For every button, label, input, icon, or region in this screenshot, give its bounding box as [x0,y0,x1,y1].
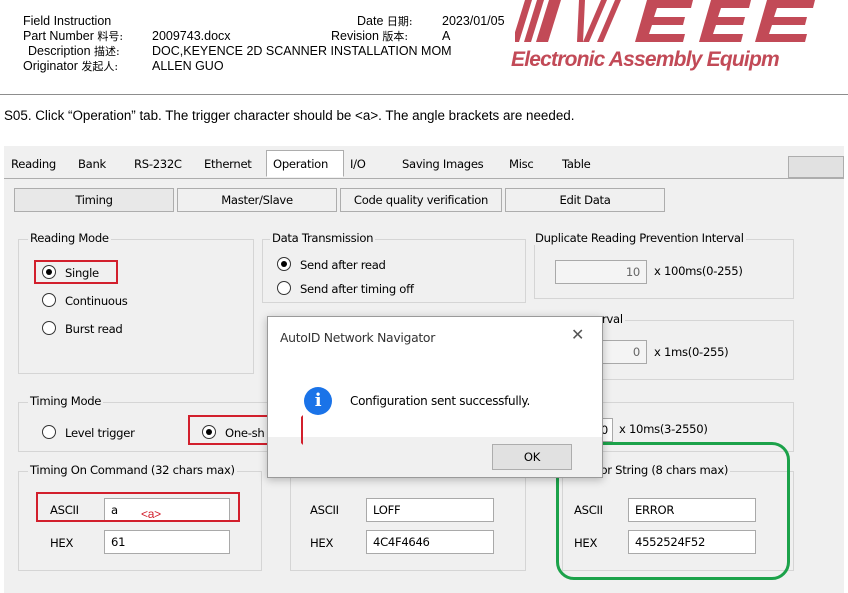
field-instruction-label: Field Instruction [23,14,112,28]
radio-continuous[interactable]: Continuous [42,293,128,308]
part-number-cjk: 料号: [97,30,124,43]
itw-eae-logo [515,0,848,48]
timing-on-hex-input[interactable]: 61 [104,530,230,554]
timeout-unit: x 10ms(3-2550) [619,422,708,436]
radio-level-trigger[interactable]: Level trigger [42,425,135,440]
highlight-one-shot-overlay [188,415,303,445]
tab-io[interactable]: I/O [350,157,366,171]
tab-reading[interactable]: Reading [11,157,56,171]
radio-send-after-timing-off-label: Send after timing off [300,282,414,296]
timing-off-ascii-label: ASCII [310,503,339,517]
description-cjk: 描述: [94,45,120,58]
read-interval-unit: x 1ms(0-255) [654,345,729,359]
window-scroll-button[interactable] [788,156,844,178]
date-cjk: 日期: [386,15,413,28]
dialog-footer: OK [268,437,602,477]
radio-send-after-read-label: Send after read [300,258,386,272]
tab-bank[interactable]: Bank [78,157,106,171]
success-dialog: AutoID Network Navigator ✕ i Configurati… [267,316,603,478]
tab-operation[interactable]: Operation [266,150,344,177]
date-value: 2023/01/05 [442,14,505,28]
radio-empty-icon [42,425,56,439]
tab-misc[interactable]: Misc [509,157,534,171]
tab-saving-images[interactable]: Saving Images [402,157,484,171]
radio-level-trigger-label: Level trigger [65,426,135,440]
radio-continuous-label: Continuous [65,294,128,308]
highlight-ascii [36,492,240,522]
timing-off-ascii-input[interactable]: LOFF [366,498,494,522]
logo-text: Electronic Assembly Equipm [511,48,780,71]
radio-burst-read-label: Burst read [65,322,123,336]
revision-row: Revision 版本: [331,29,408,44]
date-row: Date 日期: [357,14,413,29]
main-tab-strip: Reading Bank RS-232C Ethernet Operation … [4,146,844,179]
radio-selected-icon [277,257,291,271]
subtab-code-quality[interactable]: Code quality verification [340,188,502,212]
highlight-single [34,260,118,284]
dup-prevention-title: Duplicate Reading Prevention Interval [533,231,746,245]
radio-empty-icon [42,293,56,307]
radio-burst-read[interactable]: Burst read [42,321,123,336]
timing-off-hex-input[interactable]: 4C4F4646 [366,530,494,554]
radio-empty-icon [42,321,56,335]
revision-cjk: 版本: [382,30,409,43]
radio-empty-icon [277,281,291,295]
radio-send-after-timing-off[interactable]: Send after timing off [277,281,414,296]
info-icon: i [304,387,332,415]
read-interval-title: rval [600,312,625,326]
subtab-timing[interactable]: Timing [14,188,174,212]
close-icon[interactable]: ✕ [571,325,584,344]
reading-mode-title: Reading Mode [28,231,111,245]
ok-button[interactable]: OK [492,444,572,470]
description-label: Description [28,44,91,58]
originator-cjk: 发起人: [81,60,119,73]
timing-off-hex-label: HEX [310,536,334,550]
settings-window: Reading Bank RS-232C Ethernet Operation … [4,146,844,593]
originator-value: ALLEN GUO [152,59,224,73]
timing-mode-title: Timing Mode [28,394,104,408]
subtab-master-slave[interactable]: Master/Slave [177,188,337,212]
timing-on-command-title: Timing On Command (32 chars max) [28,463,237,477]
part-number-label: Part Number [23,29,94,43]
dup-prevention-input[interactable]: 10 [555,260,647,284]
dup-prevention-unit: x 100ms(0-255) [654,264,743,278]
part-number-value: 2009743.docx [152,29,231,43]
radio-send-after-read[interactable]: Send after read [277,257,386,272]
dialog-title: AutoID Network Navigator [280,330,436,345]
tab-table[interactable]: Table [562,157,591,171]
step-instruction: S05. Click “Operation” tab. The trigger … [4,108,575,123]
dialog-message: Configuration sent successfully. [350,394,530,408]
timing-on-hex-label: HEX [50,536,74,550]
originator-row: Originator 发起人: [23,59,118,74]
header-divider [0,94,848,95]
tab-ethernet[interactable]: Ethernet [204,157,252,171]
part-number-row: Part Number 料号: [23,29,123,44]
originator-label: Originator [23,59,78,73]
data-transmission-title: Data Transmission [270,231,376,245]
subtab-edit-data[interactable]: Edit Data [505,188,665,212]
description-value: DOC,KEYENCE 2D SCANNER INSTALLATION MOM [152,44,452,58]
tab-rs232c[interactable]: RS-232C [134,157,182,171]
revision-label: Revision [331,29,379,43]
revision-value: A [442,29,451,43]
description-row: Description 描述: [28,44,120,59]
date-label: Date [357,14,384,28]
